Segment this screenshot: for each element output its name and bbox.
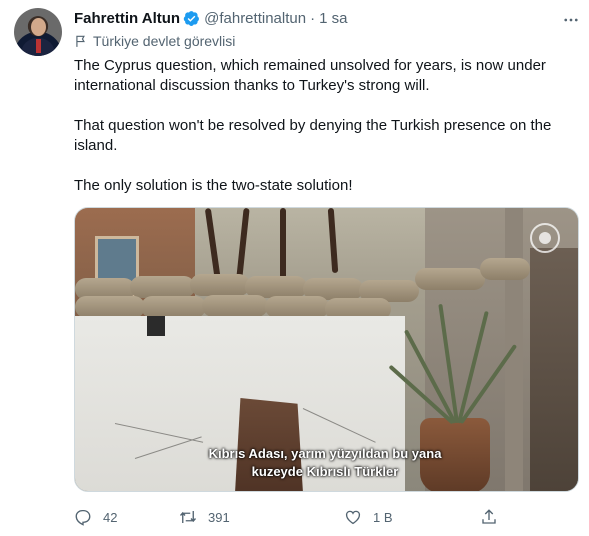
tweet-paragraph: The only solution is the two-state solut… <box>74 177 353 194</box>
government-label-text: Türkiye devlet görevlisi <box>93 33 236 49</box>
video-tree-trunk <box>280 208 286 280</box>
video-media[interactable]: Kıbrıs Adası, yarım yüzyıldan bu yana ku… <box>74 207 579 492</box>
video-door <box>530 248 578 491</box>
avatar[interactable] <box>14 8 62 56</box>
verified-badge-icon <box>183 10 200 27</box>
more-icon[interactable] <box>556 10 586 30</box>
reply-icon <box>75 509 91 526</box>
author-handle[interactable]: @fahrettinaltun <box>204 10 306 27</box>
reply-button[interactable]: 42 <box>74 507 117 527</box>
watermark-logo <box>530 223 560 253</box>
reply-count: 42 <box>103 509 118 525</box>
avatar-face <box>31 18 46 36</box>
sandbag <box>190 274 250 296</box>
author-name[interactable]: Fahrettin Altun <box>74 10 180 27</box>
sandbag <box>265 296 329 318</box>
retweet-icon <box>179 511 197 523</box>
government-label[interactable]: Türkiye devlet görevlisi <box>74 32 235 50</box>
sandbag <box>480 258 530 280</box>
tweet[interactable]: Fahrettin Altun @fahrettinaltun · 1 sa T… <box>0 0 589 536</box>
video-subtitle-line: Kıbrıs Adası, yarım yüzyıldan bu yana <box>208 446 442 461</box>
sandbag <box>75 296 145 318</box>
tweet-timestamp[interactable]: 1 sa <box>319 10 347 27</box>
tweet-text: The Cyprus question, which remained unso… <box>74 56 579 196</box>
tweet-header: Fahrettin Altun @fahrettinaltun · 1 sa <box>74 8 347 28</box>
flag-icon <box>76 35 85 47</box>
tweet-actions: 42 391 1 B <box>74 507 579 527</box>
separator-dot: · <box>310 9 316 27</box>
like-button[interactable]: 1 B <box>344 507 393 527</box>
share-icon <box>482 509 496 524</box>
like-icon <box>345 510 361 525</box>
sandbag <box>130 276 195 298</box>
share-button[interactable] <box>480 507 509 527</box>
sandbag <box>202 295 268 317</box>
avatar-tie <box>36 39 41 53</box>
sandbag <box>415 268 485 290</box>
sandbag <box>141 296 206 318</box>
tweet-paragraph: That question won't be resolved by denyi… <box>74 117 552 154</box>
like-count: 1 B <box>373 509 393 525</box>
video-wall-slot <box>147 316 165 336</box>
retweet-count: 391 <box>208 509 230 525</box>
video-subtitle-line: kuzeyde Kıbrıslı Türkler <box>251 464 399 479</box>
video-subtitle: Kıbrıs Adası, yarım yüzyıldan bu yana ku… <box>175 445 475 481</box>
retweet-button[interactable]: 391 <box>179 507 230 527</box>
tweet-paragraph: The Cyprus question, which remained unso… <box>74 57 546 94</box>
